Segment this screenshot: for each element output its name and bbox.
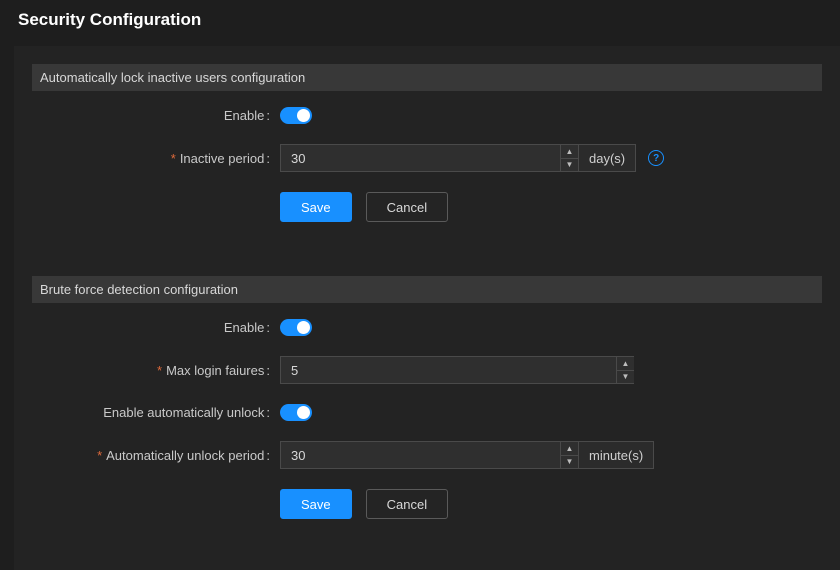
- enable-label-inactive: Enable:: [32, 108, 280, 123]
- enable-row-inactive: Enable:: [32, 107, 822, 124]
- unlock-period-spinner[interactable]: ▲ ▼: [560, 441, 578, 469]
- save-button-brute[interactable]: Save: [280, 489, 352, 519]
- max-failures-input[interactable]: [280, 356, 616, 384]
- inactive-period-row: *Inactive period: ▲ ▼ day(s) ?: [32, 144, 822, 172]
- unlock-period-unit: minute(s): [578, 441, 654, 469]
- inactive-button-row: Save Cancel: [280, 192, 822, 222]
- max-failures-label: *Max login faiures:: [32, 363, 280, 378]
- chevron-up-icon[interactable]: ▲: [561, 145, 578, 159]
- auto-unlock-label: Enable automatically unlock:: [32, 405, 280, 420]
- inactive-lock-heading: Automatically lock inactive users config…: [32, 64, 822, 91]
- cancel-button-brute[interactable]: Cancel: [366, 489, 448, 519]
- config-panel: Automatically lock inactive users config…: [14, 46, 840, 570]
- inactive-period-unit: day(s): [578, 144, 636, 172]
- cancel-button-inactive[interactable]: Cancel: [366, 192, 448, 222]
- max-failures-row: *Max login faiures: ▲ ▼: [32, 356, 822, 384]
- unlock-period-row: *Automatically unlock period: ▲ ▼ minute…: [32, 441, 822, 469]
- save-button-inactive[interactable]: Save: [280, 192, 352, 222]
- chevron-down-icon[interactable]: ▼: [561, 159, 578, 172]
- enable-row-brute: Enable:: [32, 319, 822, 336]
- help-icon[interactable]: ?: [648, 150, 664, 166]
- brute-button-row: Save Cancel: [280, 489, 822, 519]
- inactive-period-spinner[interactable]: ▲ ▼: [560, 144, 578, 172]
- chevron-down-icon[interactable]: ▼: [561, 456, 578, 469]
- unlock-period-label: *Automatically unlock period:: [32, 448, 280, 463]
- brute-force-heading: Brute force detection configuration: [32, 276, 822, 303]
- chevron-down-icon[interactable]: ▼: [617, 371, 634, 384]
- max-failures-spinner[interactable]: ▲ ▼: [616, 356, 634, 384]
- chevron-up-icon[interactable]: ▲: [561, 442, 578, 456]
- page-title: Security Configuration: [0, 0, 840, 42]
- inactive-period-label: *Inactive period:: [32, 151, 280, 166]
- inactive-period-input[interactable]: [280, 144, 560, 172]
- enable-toggle-brute[interactable]: [280, 319, 312, 336]
- enable-label-brute: Enable:: [32, 320, 280, 335]
- chevron-up-icon[interactable]: ▲: [617, 357, 634, 371]
- enable-toggle-inactive[interactable]: [280, 107, 312, 124]
- auto-unlock-toggle[interactable]: [280, 404, 312, 421]
- unlock-period-input[interactable]: [280, 441, 560, 469]
- auto-unlock-row: Enable automatically unlock:: [32, 404, 822, 421]
